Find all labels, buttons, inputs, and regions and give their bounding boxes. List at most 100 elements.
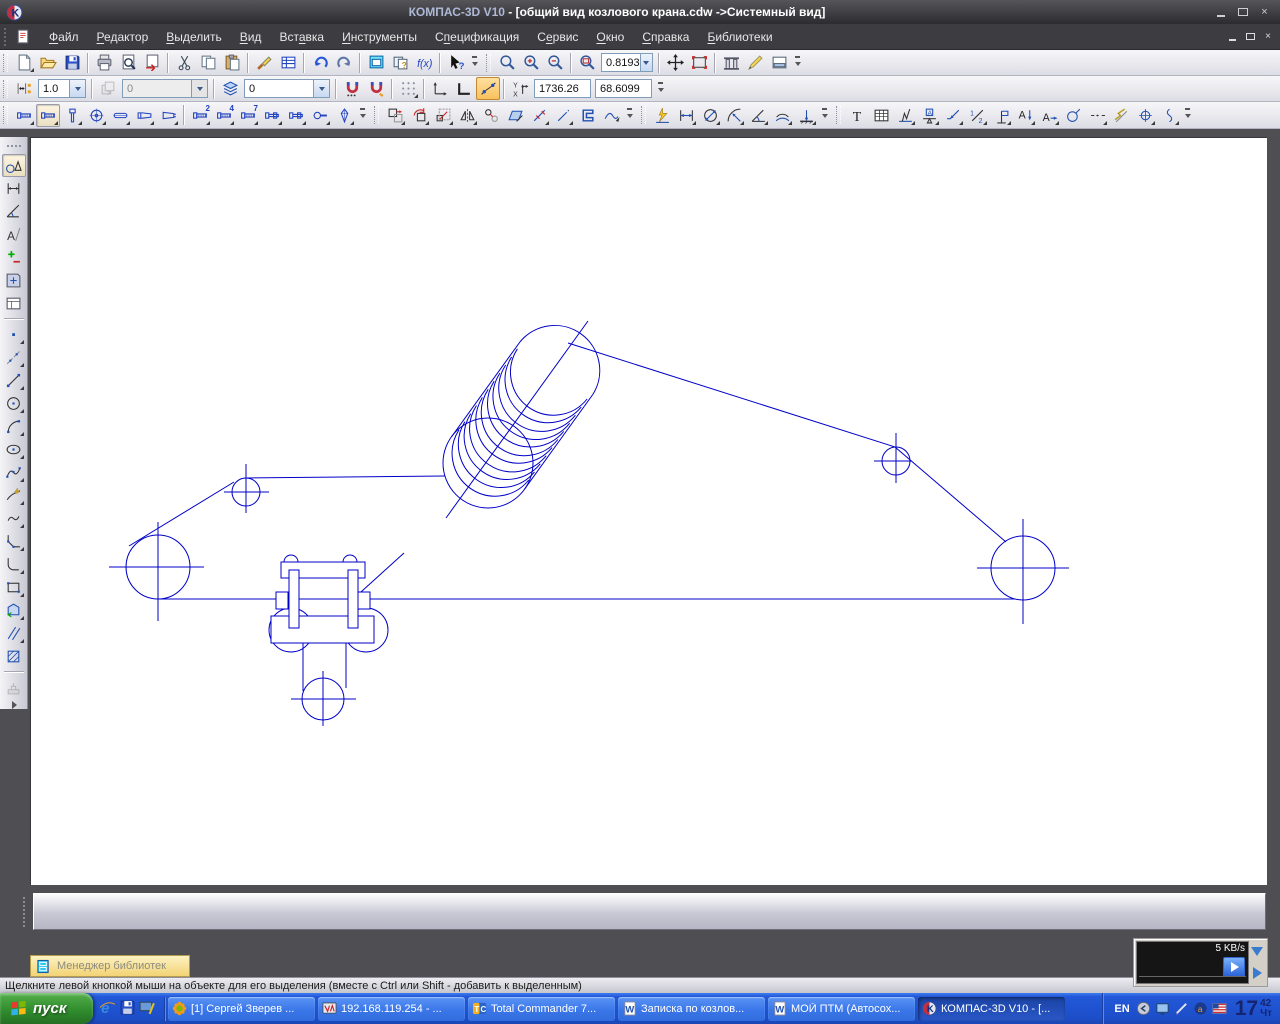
- minimize-button[interactable]: [1211, 5, 1230, 20]
- move-copy-button[interactable]: [383, 104, 407, 127]
- tool-bezier-button[interactable]: [2, 484, 26, 507]
- panel-parametrization-button[interactable]: [2, 269, 26, 292]
- new-document-button[interactable]: [12, 51, 36, 74]
- current-layer-combo[interactable]: 0: [244, 79, 330, 98]
- toolbar-overflow-chevron[interactable]: [820, 105, 829, 125]
- scale-button[interactable]: [431, 104, 455, 127]
- quick-launch-save[interactable]: [119, 999, 136, 1019]
- bolt-with-nut-button[interactable]: [260, 104, 284, 127]
- menu-item-4[interactable]: Вставка: [270, 26, 333, 48]
- washer-button[interactable]: [84, 104, 108, 127]
- extend-curve-button[interactable]: [551, 104, 575, 127]
- tool-point-button[interactable]: [2, 323, 26, 346]
- panel-dimensions-button[interactable]: [2, 177, 26, 200]
- auto-dimension-button[interactable]: [650, 104, 674, 127]
- toolbar-overflow-chevron[interactable]: [625, 105, 634, 125]
- menu-item-3[interactable]: Вид: [231, 26, 271, 48]
- restore-button[interactable]: [1233, 5, 1252, 20]
- tool-chamfer-button[interactable]: [2, 530, 26, 553]
- menu-item-0[interactable]: Файл: [40, 26, 88, 48]
- menu-item-8[interactable]: Окно: [587, 26, 633, 48]
- quick-launch-ie[interactable]: e: [99, 999, 116, 1019]
- property-bar-grip[interactable]: [23, 897, 28, 927]
- local-snaps-button[interactable]: [364, 77, 388, 100]
- cut-button[interactable]: [172, 51, 196, 74]
- start-button[interactable]: пуск: [0, 993, 93, 1024]
- panel-editing-button[interactable]: [2, 246, 26, 269]
- task-button[interactable]: WМОЙ ПТМ (Автосох...: [768, 997, 915, 1021]
- task-button[interactable]: TCTotal Commander 7...: [468, 997, 615, 1021]
- dropdown-arrow-icon[interactable]: [69, 80, 85, 97]
- expand-arrow-icon[interactable]: [1253, 967, 1262, 979]
- paste-button[interactable]: [220, 51, 244, 74]
- wavy-line-button[interactable]: [1157, 104, 1181, 127]
- break-line-button[interactable]: [1109, 104, 1133, 127]
- tool-arc-button[interactable]: [2, 415, 26, 438]
- mdi-close-button[interactable]: ×: [1260, 30, 1276, 43]
- tool-ellipse-button[interactable]: [2, 438, 26, 461]
- tool-collect-contour-button[interactable]: [2, 599, 26, 622]
- tray-a-icon[interactable]: a: [1193, 1001, 1208, 1016]
- menu-item-1[interactable]: Редактор: [88, 26, 158, 48]
- menu-item-7[interactable]: Сервис: [528, 26, 587, 48]
- tool-rectangle-button[interactable]: [2, 576, 26, 599]
- close-button[interactable]: ×: [1255, 5, 1274, 20]
- cursor-step-combo[interactable]: 1.0: [38, 79, 86, 98]
- task-button[interactable]: KКОМПАС-3D V10 - [...: [918, 997, 1065, 1021]
- tray-pencil-icon[interactable]: [1174, 1001, 1189, 1016]
- eye-bolt-button[interactable]: [308, 104, 332, 127]
- tray-back-icon[interactable]: [1136, 1001, 1151, 1016]
- task-button[interactable]: [1] Сергей Зверев ...: [168, 997, 315, 1021]
- dropdown-arrow-icon[interactable]: [313, 80, 329, 97]
- toolbar-overflow-chevron[interactable]: [10, 699, 19, 709]
- specification-button[interactable]: [276, 51, 300, 74]
- context-help-button[interactable]: ?: [444, 51, 468, 74]
- set-screw-button[interactable]: [156, 104, 180, 127]
- send-document-button[interactable]: [140, 51, 164, 74]
- dropdown-arrow-icon[interactable]: [640, 54, 652, 71]
- dropdown-arrow-icon[interactable]: [191, 80, 207, 97]
- stud-with-nut-button[interactable]: [284, 104, 308, 127]
- trim-curve-button[interactable]: [527, 104, 551, 127]
- tool-hatch-button[interactable]: [2, 645, 26, 668]
- zoom-scale-combo[interactable]: 0.8193: [601, 53, 653, 72]
- zoom-select-button[interactable]: [495, 51, 519, 74]
- panel-measure-button[interactable]: [2, 292, 26, 315]
- variables-button[interactable]: f(x): [412, 51, 436, 74]
- copy-objects-button[interactable]: [479, 104, 503, 127]
- toolbar-overflow-chevron[interactable]: [656, 79, 665, 99]
- copy-button[interactable]: [196, 51, 220, 74]
- menu-grip[interactable]: [4, 28, 11, 46]
- drawing-canvas[interactable]: [30, 137, 1267, 885]
- zoom-out-button[interactable]: [543, 51, 567, 74]
- new-from-template-button[interactable]: ?: [388, 51, 412, 74]
- deform-button[interactable]: [503, 104, 527, 127]
- text-tool-button[interactable]: T: [845, 104, 869, 127]
- bolt-side-view-button[interactable]: [12, 104, 36, 127]
- tool-curve-button[interactable]: [2, 507, 26, 530]
- tool-segment-button[interactable]: [2, 369, 26, 392]
- copy-properties-button[interactable]: [252, 51, 276, 74]
- table-tool-button[interactable]: [869, 104, 893, 127]
- angle-dimension-button[interactable]: [746, 104, 770, 127]
- bolt-set-7-button[interactable]: 7: [236, 104, 260, 127]
- panel-geometry-button[interactable]: [2, 154, 26, 177]
- mdi-minimize-button[interactable]: [1224, 30, 1240, 43]
- collect-contour-button[interactable]: [575, 104, 599, 127]
- linear-dimension-button[interactable]: [674, 104, 698, 127]
- text-along-button[interactable]: A: [1037, 104, 1061, 127]
- quick-launch-show-desktop[interactable]: [139, 999, 156, 1019]
- weld-symbol-button[interactable]: [1061, 104, 1085, 127]
- grid-toggle-button[interactable]: [396, 77, 420, 100]
- menu-item-6[interactable]: Спецификация: [426, 26, 528, 48]
- height-dimension-button[interactable]: [794, 104, 818, 127]
- ortho-mode-button[interactable]: [452, 77, 476, 100]
- bolt-set-4-button[interactable]: 4: [212, 104, 236, 127]
- print-preview-button[interactable]: [116, 51, 140, 74]
- text-down-button[interactable]: A: [1013, 104, 1037, 127]
- screw-top-view-button[interactable]: [60, 104, 84, 127]
- change-mark-button[interactable]: [989, 104, 1013, 127]
- task-button[interactable]: 192.168.119.254 - ...: [318, 997, 465, 1021]
- toolbar-overflow-chevron[interactable]: [470, 53, 479, 73]
- bolt-set-2-button[interactable]: 2: [188, 104, 212, 127]
